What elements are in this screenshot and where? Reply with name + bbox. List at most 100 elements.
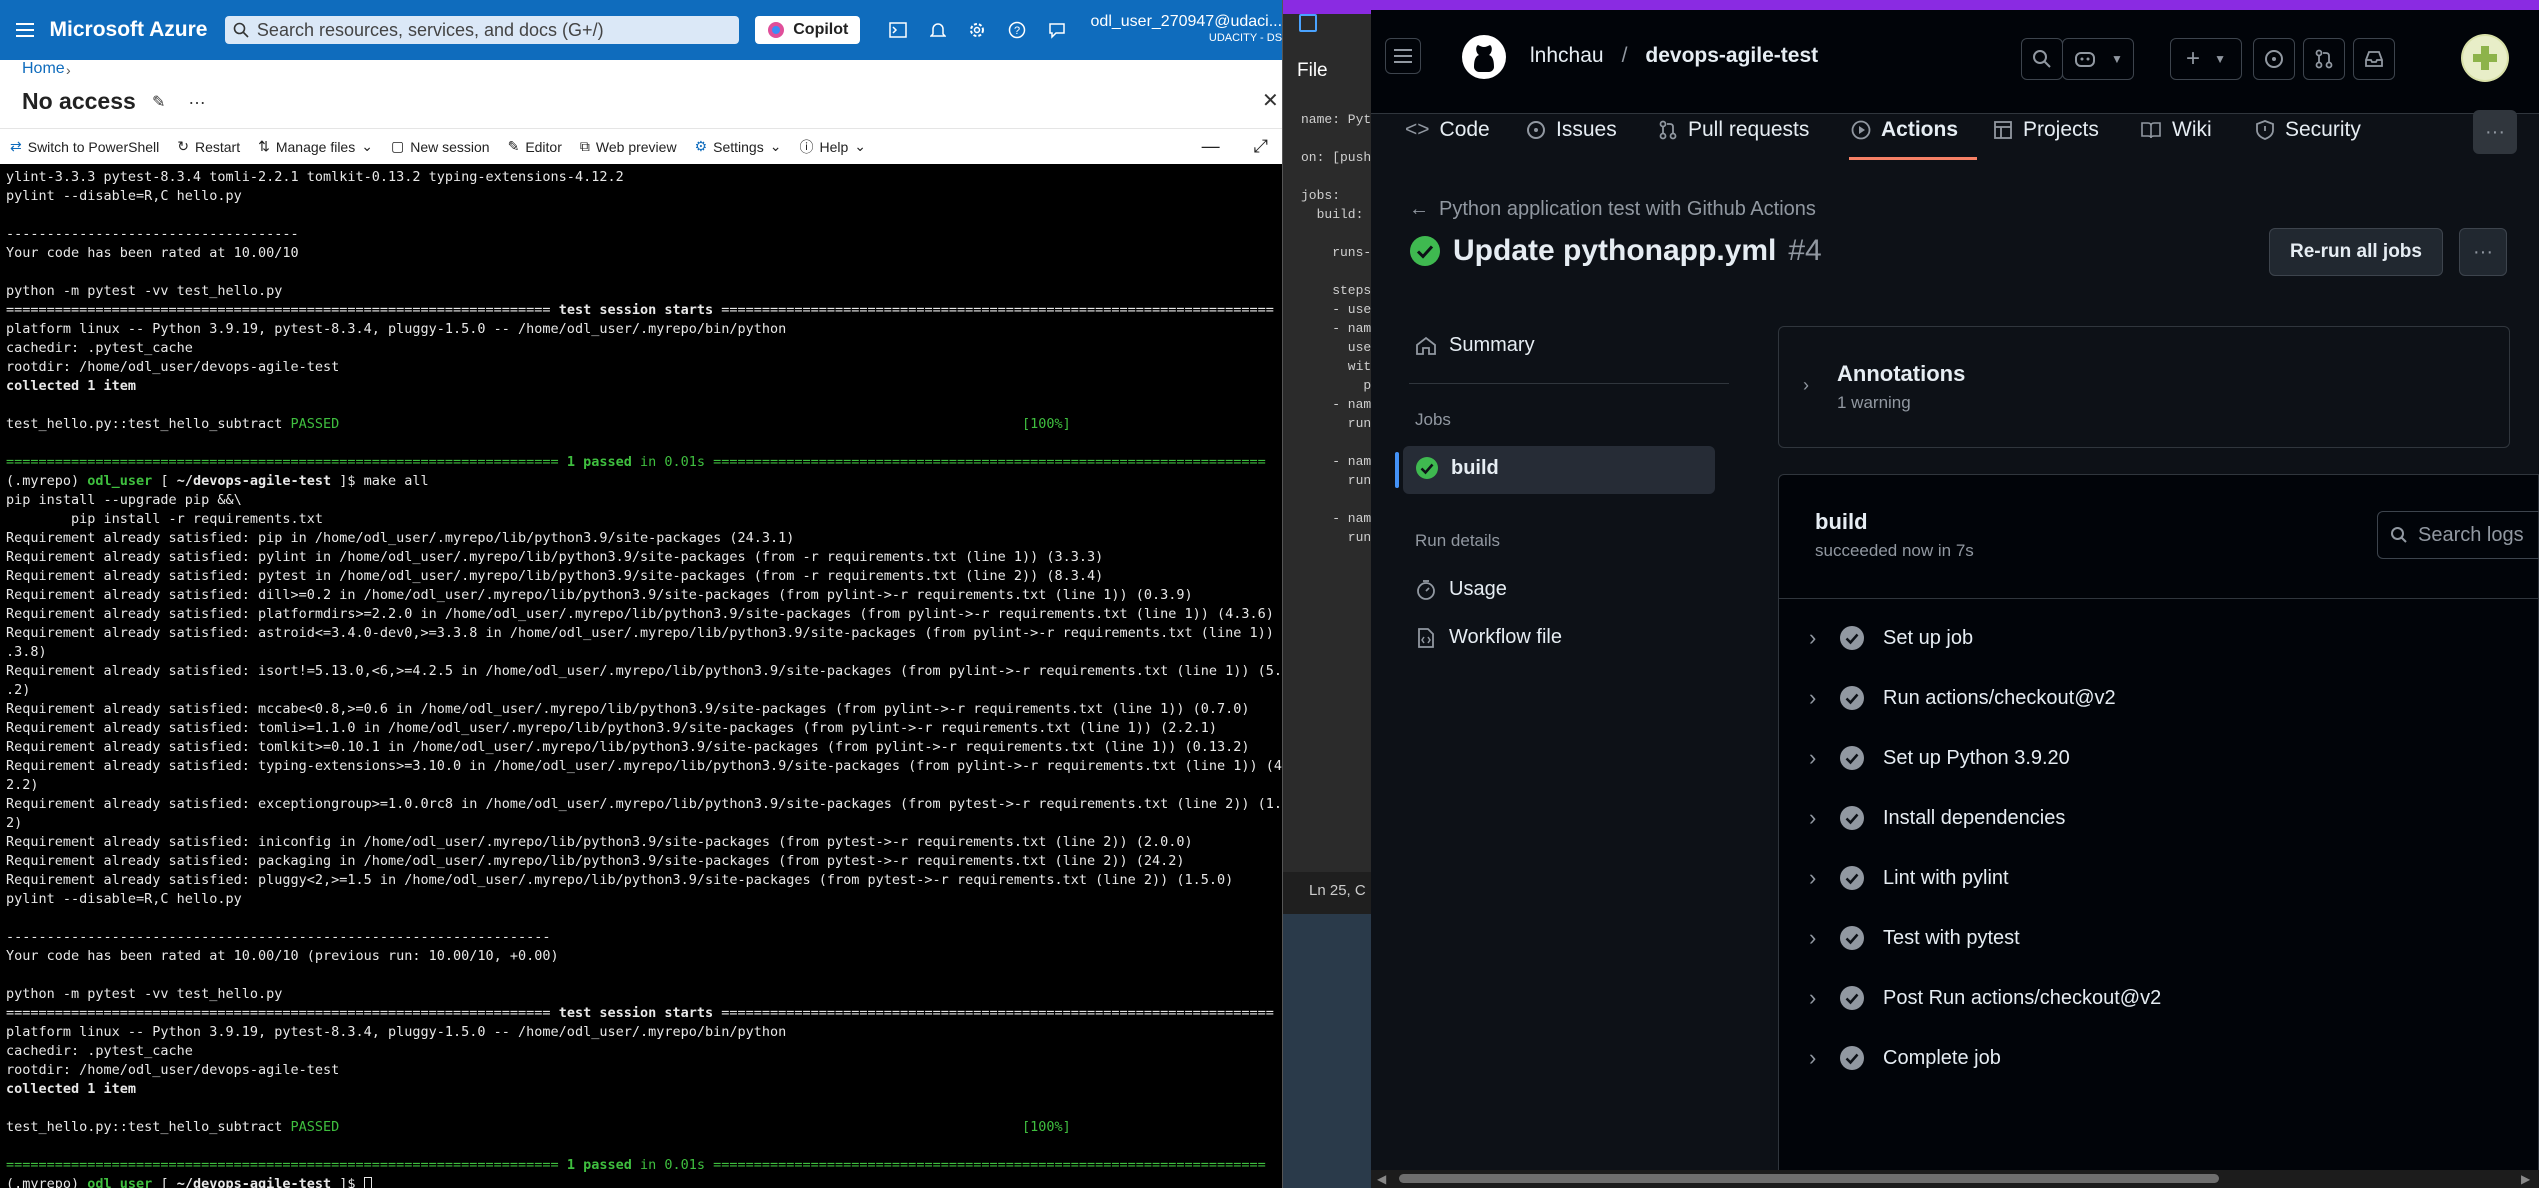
pull-requests-button[interactable] bbox=[2303, 38, 2345, 80]
job-step[interactable]: › Post Run actions/checkout@v2 bbox=[1809, 985, 2161, 1011]
more-tabs-button[interactable]: ··· bbox=[2473, 110, 2517, 154]
hamburger-menu-button[interactable] bbox=[1385, 38, 1421, 74]
stopwatch-icon bbox=[1417, 579, 1435, 600]
help-button[interactable]: ⓘ Help ⌄ bbox=[799, 137, 866, 157]
tab-wiki[interactable]: Wiki bbox=[2140, 118, 2212, 142]
editor-button[interactable]: ✎ Editor bbox=[508, 138, 562, 155]
editor-code-line: run bbox=[1301, 473, 1372, 488]
book-icon bbox=[2141, 122, 2161, 139]
tab-issues[interactable]: Issues bbox=[1526, 118, 1617, 142]
copilot-button[interactable]: Copilot bbox=[755, 16, 861, 44]
search-logs-input[interactable]: Search logs bbox=[2377, 511, 2539, 559]
job-step-label: Post Run actions/checkout@v2 bbox=[1883, 986, 2162, 1009]
terminal-text: pip install -r requirements.txt bbox=[6, 511, 323, 527]
inbox-button[interactable] bbox=[2353, 38, 2395, 80]
job-step[interactable]: › Complete job bbox=[1809, 1045, 2001, 1071]
avatar[interactable] bbox=[2461, 34, 2509, 82]
terminal-line: platform linux -- Python 3.9.19, pytest-… bbox=[6, 1023, 1276, 1042]
terminal-text: test session starts bbox=[558, 302, 714, 318]
pin-icon[interactable]: ✎ bbox=[152, 92, 165, 112]
sidebar-item-workflow-file[interactable]: Workflow file bbox=[1415, 626, 1562, 649]
azure-search-box[interactable]: Search resources, services, and docs (G+… bbox=[224, 16, 740, 44]
copilot-dropdown-button[interactable]: ▼ bbox=[2062, 38, 2134, 80]
github-logo-icon[interactable] bbox=[1461, 34, 1507, 80]
scroll-right-icon[interactable]: ▶ bbox=[2521, 1172, 2530, 1186]
scroll-left-icon[interactable]: ◀ bbox=[1377, 1172, 1386, 1186]
feedback-icon[interactable] bbox=[1037, 21, 1077, 39]
chevron-right-icon: › bbox=[1809, 925, 1817, 950]
web-preview-button[interactable]: ⧉ Web preview bbox=[580, 138, 677, 155]
breadcrumb-home[interactable]: Home bbox=[22, 60, 65, 78]
terminal-line: Your code has been rated at 10.00/10 bbox=[6, 244, 1276, 263]
search-button[interactable] bbox=[2021, 38, 2063, 80]
workflow-name: Python application test with Github Acti… bbox=[1439, 198, 1816, 220]
menu-icon[interactable] bbox=[0, 23, 50, 37]
help-icon[interactable]: ? bbox=[997, 21, 1037, 39]
terminal-text: Your code has been rated at 10.00/10 (pr… bbox=[6, 948, 559, 964]
terminal-text: in 0.01s ===============================… bbox=[631, 454, 1266, 470]
file-menu[interactable]: File bbox=[1297, 60, 1328, 82]
create-new-button[interactable]: + ▼ bbox=[2170, 38, 2242, 80]
search-logs-placeholder: Search logs bbox=[2418, 523, 2524, 546]
terminal-text: pylint --disable=R,C hello.py bbox=[6, 891, 242, 907]
terminal-line: Requirement already satisfied: isort!=5.… bbox=[6, 662, 1282, 681]
annotations-panel[interactable]: › Annotations 1 warning bbox=[1778, 326, 2510, 448]
job-step[interactable]: › Lint with pylint bbox=[1809, 865, 2009, 891]
terminal-text: .3.8) bbox=[6, 644, 47, 660]
tab-projects[interactable]: Projects bbox=[1993, 118, 2099, 142]
tab-code[interactable]: <> Code bbox=[1405, 118, 1490, 142]
sidebar-item-summary[interactable]: Summary bbox=[1415, 334, 1535, 357]
tab-security[interactable]: Security bbox=[2255, 118, 2361, 142]
window-top-bar bbox=[1371, 0, 2539, 10]
repo-owner[interactable]: lnhchau bbox=[1530, 44, 1604, 68]
job-step[interactable]: › Test with pytest bbox=[1809, 925, 2020, 951]
repo-name[interactable]: devops-agile-test bbox=[1645, 44, 1818, 68]
job-step[interactable]: › Set up Python 3.9.20 bbox=[1809, 745, 2070, 771]
tab-projects-label: Projects bbox=[2023, 118, 2099, 141]
job-step[interactable]: › Install dependencies bbox=[1809, 805, 2065, 831]
terminal-text: rootdir: /home/odl_user/devops-agile-tes… bbox=[6, 359, 340, 375]
cloud-shell-icon[interactable] bbox=[878, 22, 918, 38]
sidebar-item-usage[interactable]: Usage bbox=[1415, 578, 1507, 601]
terminal-output[interactable]: ylint-3.3.3 pytest-8.3.4 tomli-2.2.1 tom… bbox=[0, 164, 1282, 1188]
settings-icon[interactable] bbox=[958, 21, 998, 39]
rerun-all-jobs-button[interactable]: Re-run all jobs bbox=[2269, 228, 2443, 276]
maximize-icon[interactable]: ⤢ bbox=[1254, 136, 1268, 157]
workflow-back-link[interactable]: ← Python application test with Github Ac… bbox=[1409, 198, 1816, 221]
editor-code[interactable]: name: Pyt on: [push jobs: build: runs- ste… bbox=[1301, 110, 1371, 566]
terminal-line: Requirement already satisfied: pip in /h… bbox=[6, 529, 1276, 548]
restart-button[interactable]: ↻ Restart bbox=[177, 138, 240, 155]
job-step[interactable]: › Set up job bbox=[1809, 625, 1973, 651]
azure-brand[interactable]: Microsoft Azure bbox=[50, 18, 225, 42]
job-step[interactable]: › Run actions/checkout@v2 bbox=[1809, 685, 2116, 711]
more-icon[interactable]: … bbox=[188, 88, 206, 109]
run-menu-button[interactable]: ··· bbox=[2459, 228, 2507, 276]
terminal-text: [ bbox=[152, 473, 177, 489]
new-session-button[interactable]: ▢ New session bbox=[391, 138, 490, 155]
tab-pull-requests[interactable]: Pull requests bbox=[1658, 118, 1809, 142]
help-circle-icon: ⓘ bbox=[799, 138, 814, 155]
sidebar-item-build[interactable]: build bbox=[1415, 456, 1499, 480]
scrollbar-thumb[interactable] bbox=[1399, 1174, 2219, 1183]
terminal-text: Requirement already satisfied: pluggy<2,… bbox=[6, 872, 1234, 888]
editor-code-line: - nam bbox=[1301, 397, 1372, 412]
svg-text:?: ? bbox=[1014, 25, 1020, 37]
tab-actions[interactable]: Actions bbox=[1851, 118, 1958, 142]
terminal-line: ylint-3.3.3 pytest-8.3.4 tomli-2.2.1 tom… bbox=[6, 168, 1276, 187]
close-icon[interactable]: ✕ bbox=[1262, 88, 1279, 113]
terminal-line: pip install --upgrade pip &&\ bbox=[6, 491, 1276, 510]
account-info[interactable]: odl_user_270947@udaci... UDACITY - DS bbox=[1091, 13, 1283, 47]
manage-files-button[interactable]: ⇅ Manage files ⌄ bbox=[258, 138, 373, 155]
issues-button[interactable] bbox=[2253, 38, 2295, 80]
plus-icon: + bbox=[2186, 45, 2201, 72]
notifications-icon[interactable] bbox=[918, 21, 958, 39]
terminal-text: ========================================… bbox=[6, 454, 567, 470]
run-number: #4 bbox=[1788, 234, 1822, 267]
switch-powershell-button[interactable]: ⇄ Switch to PowerShell bbox=[10, 138, 159, 155]
sidebar-build-label: build bbox=[1451, 456, 1499, 479]
settings-button[interactable]: ⚙ Settings ⌄ bbox=[695, 138, 782, 155]
minimize-icon[interactable]: — bbox=[1202, 136, 1220, 157]
